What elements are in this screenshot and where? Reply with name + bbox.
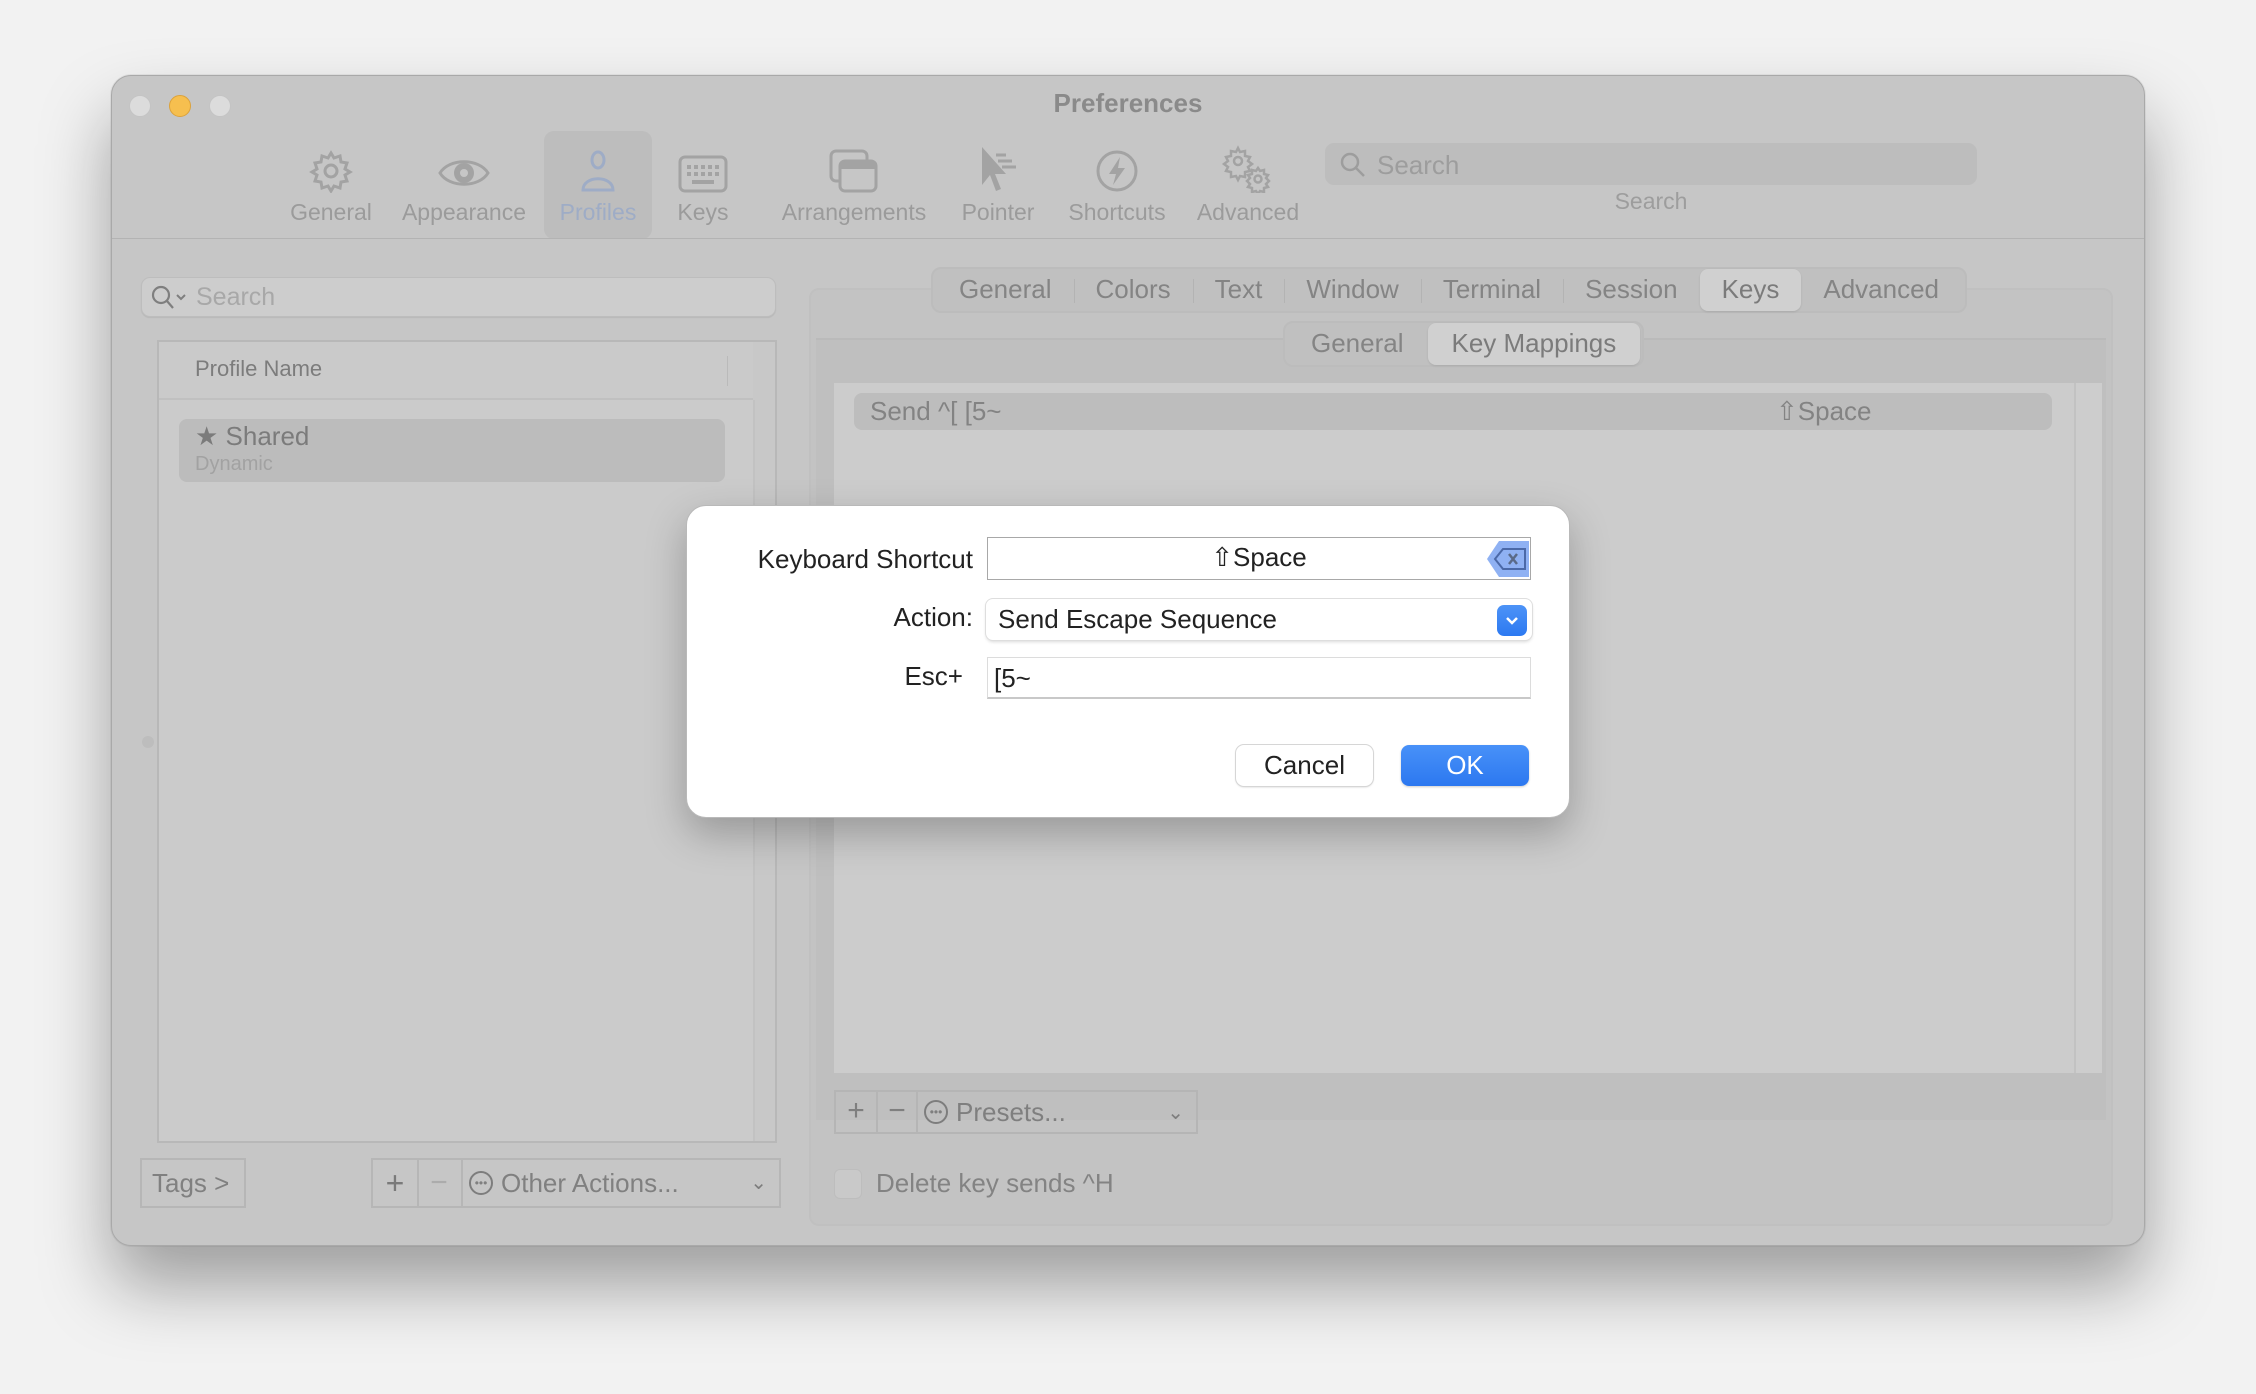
toolbar-keys[interactable]: Keys bbox=[668, 131, 738, 239]
profile-table: Profile Name ★ Shared Dynamic bbox=[157, 340, 777, 1143]
mapping-action: Send ^[ [5~ bbox=[870, 396, 1002, 426]
subtab-key-mappings[interactable]: Key Mappings bbox=[1427, 323, 1641, 365]
delete-key-checkbox[interactable] bbox=[834, 1168, 862, 1199]
star-icon: ★ bbox=[195, 421, 219, 451]
gear-icon bbox=[288, 131, 374, 193]
chevron-down-icon bbox=[1497, 605, 1527, 636]
toolbar-search-input[interactable]: Search bbox=[1325, 143, 1977, 185]
window-title: Preferences bbox=[1053, 88, 1203, 118]
tab-advanced[interactable]: Advanced bbox=[1801, 269, 1961, 311]
action-value: Send Escape Sequence bbox=[998, 604, 1277, 634]
toolbar-appearance[interactable]: Appearance bbox=[401, 131, 527, 239]
toolbar-advanced[interactable]: Advanced bbox=[1194, 131, 1302, 239]
presets-menu[interactable]: ••• Presets... ⌄ bbox=[918, 1092, 1196, 1132]
profile-subtitle: Dynamic bbox=[195, 453, 273, 475]
other-actions-menu[interactable]: ••• Other Actions... ⌄ bbox=[461, 1158, 781, 1208]
search-menu-icon bbox=[151, 285, 186, 309]
profile-search-placeholder: Search bbox=[196, 283, 276, 311]
toolbar-pointer[interactable]: Pointer bbox=[956, 131, 1040, 239]
clear-shortcut-icon[interactable] bbox=[1485, 539, 1531, 579]
toolbar-profiles[interactable]: Profiles bbox=[544, 131, 652, 239]
presets-label: Presets... bbox=[956, 1096, 1066, 1127]
search-label: Search bbox=[1614, 188, 1688, 214]
tab-window[interactable]: Window bbox=[1284, 269, 1420, 311]
shortcut-label: Keyboard Shortcut bbox=[757, 544, 973, 574]
action-label: Action: bbox=[893, 602, 974, 632]
subtab-general[interactable]: General bbox=[1287, 323, 1428, 365]
action-select[interactable]: Send Escape Sequence bbox=[986, 599, 1532, 640]
windows-icon bbox=[776, 131, 932, 193]
key-mappings-controls: + − ••• Presets... ⌄ bbox=[834, 1090, 1198, 1134]
tags-button[interactable]: Tags > bbox=[140, 1158, 246, 1208]
other-actions-label: Other Actions... bbox=[501, 1167, 679, 1198]
tab-keys[interactable]: Keys bbox=[1699, 269, 1802, 311]
pointer-icon bbox=[956, 131, 1040, 193]
profile-list: ★ Shared Dynamic bbox=[159, 400, 755, 1141]
tab-colors[interactable]: Colors bbox=[1073, 269, 1193, 311]
chevron-down-icon: ⌄ bbox=[750, 1172, 767, 1194]
keyboard-shortcut-field[interactable]: ⇧Space bbox=[987, 537, 1531, 580]
profile-table-header[interactable]: Profile Name bbox=[159, 342, 753, 400]
remove-profile-button[interactable]: − bbox=[417, 1158, 463, 1208]
profile-search-input[interactable]: Search bbox=[141, 277, 776, 317]
add-mapping-button[interactable]: + bbox=[836, 1092, 878, 1132]
profile-tabs: General Colors Text Window Terminal Sess… bbox=[931, 267, 1968, 313]
add-profile-button[interactable]: + bbox=[371, 1158, 419, 1208]
split-view-handle[interactable] bbox=[142, 736, 154, 748]
gears-icon bbox=[1194, 131, 1302, 193]
keyboard-icon bbox=[668, 131, 738, 193]
ok-button[interactable]: OK bbox=[1401, 745, 1529, 786]
column-divider bbox=[727, 356, 728, 386]
toolbar-arrangements[interactable]: Arrangements bbox=[776, 131, 932, 239]
toolbar-general[interactable]: General bbox=[288, 131, 374, 239]
delete-key-option[interactable]: Delete key sends ^H bbox=[834, 1168, 1114, 1199]
key-mappings-scrollbar[interactable] bbox=[2074, 383, 2102, 1073]
profile-name: Shared bbox=[225, 421, 310, 451]
tab-text[interactable]: Text bbox=[1192, 269, 1285, 311]
tab-general[interactable]: General bbox=[937, 269, 1074, 311]
delete-key-label: Delete key sends ^H bbox=[876, 1168, 1114, 1198]
key-mapping-row[interactable]: Send ^[ [5~ ⇧Space bbox=[854, 393, 2052, 430]
shortcut-value: ⇧Space bbox=[1211, 542, 1307, 572]
search-placeholder: Search bbox=[1377, 150, 1460, 180]
ellipsis-circle-icon: ••• bbox=[469, 1171, 493, 1195]
remove-mapping-button[interactable]: − bbox=[878, 1092, 918, 1132]
chevron-down-icon: ⌄ bbox=[1167, 1102, 1184, 1124]
ellipsis-circle-icon: ••• bbox=[924, 1100, 948, 1124]
esc-value: [5~ bbox=[994, 663, 1031, 693]
bolt-icon bbox=[1064, 131, 1170, 193]
tab-session[interactable]: Session bbox=[1563, 269, 1700, 311]
column-header-profile-name: Profile Name bbox=[195, 356, 323, 381]
keys-subtabs: General Key Mappings bbox=[1283, 321, 1645, 367]
profile-row[interactable]: ★ Shared Dynamic bbox=[179, 419, 725, 482]
tab-terminal[interactable]: Terminal bbox=[1420, 269, 1563, 311]
edit-key-mapping-dialog: Keyboard Shortcut ⇧Space Action: Send Es… bbox=[686, 505, 1570, 818]
cancel-button[interactable]: Cancel bbox=[1236, 745, 1373, 786]
esc-label: Esc+ bbox=[904, 661, 963, 691]
escape-sequence-input[interactable]: [5~ bbox=[987, 657, 1531, 699]
person-icon bbox=[544, 131, 652, 193]
toolbar-shortcuts[interactable]: Shortcuts bbox=[1064, 131, 1170, 239]
search-icon bbox=[1340, 152, 1365, 177]
toolbar-divider bbox=[112, 238, 2144, 239]
mapping-shortcut: ⇧Space bbox=[1776, 396, 1872, 426]
eye-icon bbox=[401, 131, 527, 193]
